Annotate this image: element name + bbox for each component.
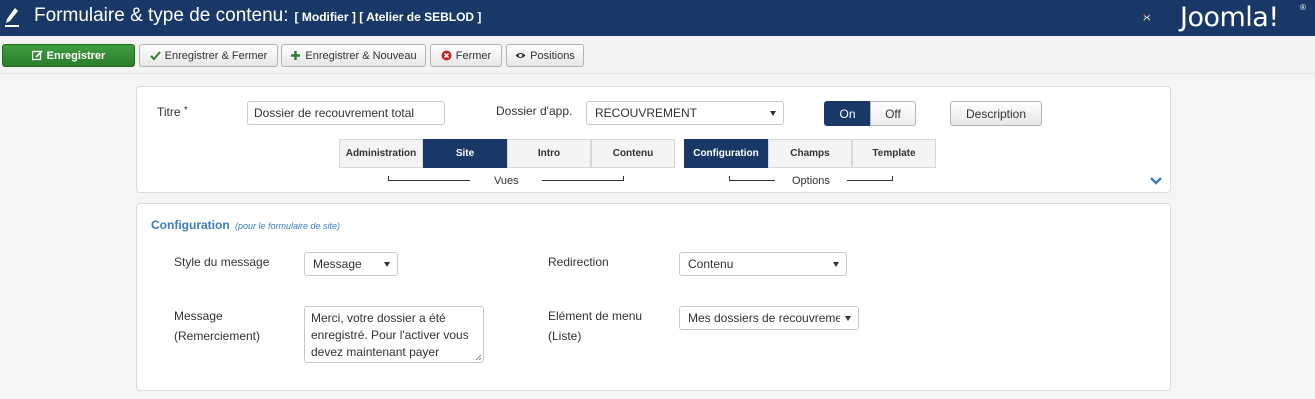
redirection-select-value: Contenu: [688, 257, 734, 271]
save-button-label: Enregistrer: [46, 49, 106, 62]
chevron-down-icon: [833, 262, 839, 267]
joomla-logo-text: Joomla!: [1180, 2, 1279, 33]
message-label-note: (Remerciement): [174, 329, 261, 343]
folder-select[interactable]: RECOUVREMENT: [586, 101, 784, 125]
options-divider-right: [847, 180, 893, 181]
page-title-text: Formulaire & type de contenu:: [34, 5, 289, 26]
configuration-panel: [136, 203, 1171, 391]
edit-pencil-icon: [5, 8, 19, 27]
options-group-label: Options: [792, 175, 830, 187]
positions-button-label: Positions: [530, 49, 575, 62]
positions-button[interactable]: Positions: [506, 44, 584, 67]
tab-site[interactable]: Site: [423, 139, 507, 168]
menu-item-select-value: Mes dossiers de recouvrement: [688, 311, 840, 325]
tab-administration[interactable]: Administration: [339, 139, 423, 168]
views-divider-right: [542, 180, 624, 181]
joomla-logo-registered: ®: [1300, 3, 1306, 12]
description-button[interactable]: Description: [950, 101, 1042, 126]
menu-item-select[interactable]: Mes dossiers de recouvrement: [679, 306, 859, 330]
options-divider-left: [729, 180, 775, 181]
title-label-text: Titre: [157, 105, 181, 119]
joomla-logo-icon: [1143, 14, 1151, 21]
save-close-button[interactable]: Enregistrer & Fermer: [139, 44, 278, 67]
views-divider-left-tick: [388, 176, 389, 181]
tab-template[interactable]: Template: [852, 139, 936, 168]
close-button-label: Fermer: [455, 49, 492, 62]
tab-intro[interactable]: Intro: [507, 139, 591, 168]
cancel-circle-icon: [441, 50, 452, 61]
message-style-select[interactable]: Message: [304, 252, 398, 276]
page-title-subtitle: [ Modifier ] [ Atelier de SEBLOD ]: [294, 10, 482, 24]
menu-item-label-note: (Liste): [548, 329, 582, 343]
save-button[interactable]: Enregistrer: [2, 44, 135, 67]
collapse-chevron-icon[interactable]: [1150, 176, 1162, 186]
chevron-down-icon: [770, 111, 776, 116]
folder-label: Dossier d'app.: [496, 104, 573, 118]
header-bar: Formulaire & type de contenu: [ Modifier …: [0, 0, 1315, 36]
options-divider-left-tick: [729, 176, 730, 181]
title-label: Titre *: [157, 105, 188, 119]
plus-icon: [291, 51, 301, 60]
tab-contenu[interactable]: Contenu: [591, 139, 675, 168]
redirection-label: Redirection: [548, 255, 609, 269]
redirection-select[interactable]: Contenu: [679, 252, 847, 276]
save-new-button-label: Enregistrer & Nouveau: [305, 49, 417, 62]
required-mark: *: [183, 105, 188, 116]
toggle-off-button[interactable]: Off: [870, 101, 916, 126]
resize-handle-icon[interactable]: [475, 354, 482, 361]
toggle-on-button[interactable]: On: [824, 101, 871, 126]
message-style-select-value: Message: [313, 257, 362, 271]
save-edit-icon: [31, 50, 43, 61]
close-button[interactable]: Fermer: [430, 44, 502, 67]
eye-icon: [515, 53, 526, 58]
tab-configuration[interactable]: Configuration: [684, 139, 768, 168]
configuration-heading: Configuration: [151, 218, 230, 232]
message-style-label: Style du message: [174, 255, 270, 269]
views-group-label: Vues: [494, 175, 519, 187]
chevron-down-icon: [845, 316, 851, 321]
options-divider-right-tick: [892, 176, 893, 181]
chevron-down-icon: [384, 262, 390, 267]
save-new-button[interactable]: Enregistrer & Nouveau: [281, 44, 426, 67]
page-title: Formulaire & type de contenu: [ Modifier …: [34, 5, 481, 27]
save-close-button-label: Enregistrer & Fermer: [164, 49, 268, 62]
views-divider-left: [388, 180, 470, 181]
message-label: Message: [174, 309, 223, 323]
message-textarea[interactable]: Merci, votre dossier a été enregistré. P…: [304, 306, 484, 363]
folder-select-value: RECOUVREMENT: [595, 106, 698, 120]
configuration-heading-note: (pour le formulaire de site): [235, 221, 341, 231]
toolbar: Enregistrer Enregistrer & Fermer Enregis…: [0, 36, 1315, 74]
title-input[interactable]: Dossier de recouvrement total: [247, 101, 445, 125]
check-icon: [149, 51, 161, 61]
tab-champs[interactable]: Champs: [768, 139, 852, 168]
menu-item-label: Elément de menu: [548, 309, 643, 323]
message-textarea-value: Merci, votre dossier a été enregistré. P…: [311, 311, 469, 359]
views-divider-right-tick: [623, 176, 624, 181]
